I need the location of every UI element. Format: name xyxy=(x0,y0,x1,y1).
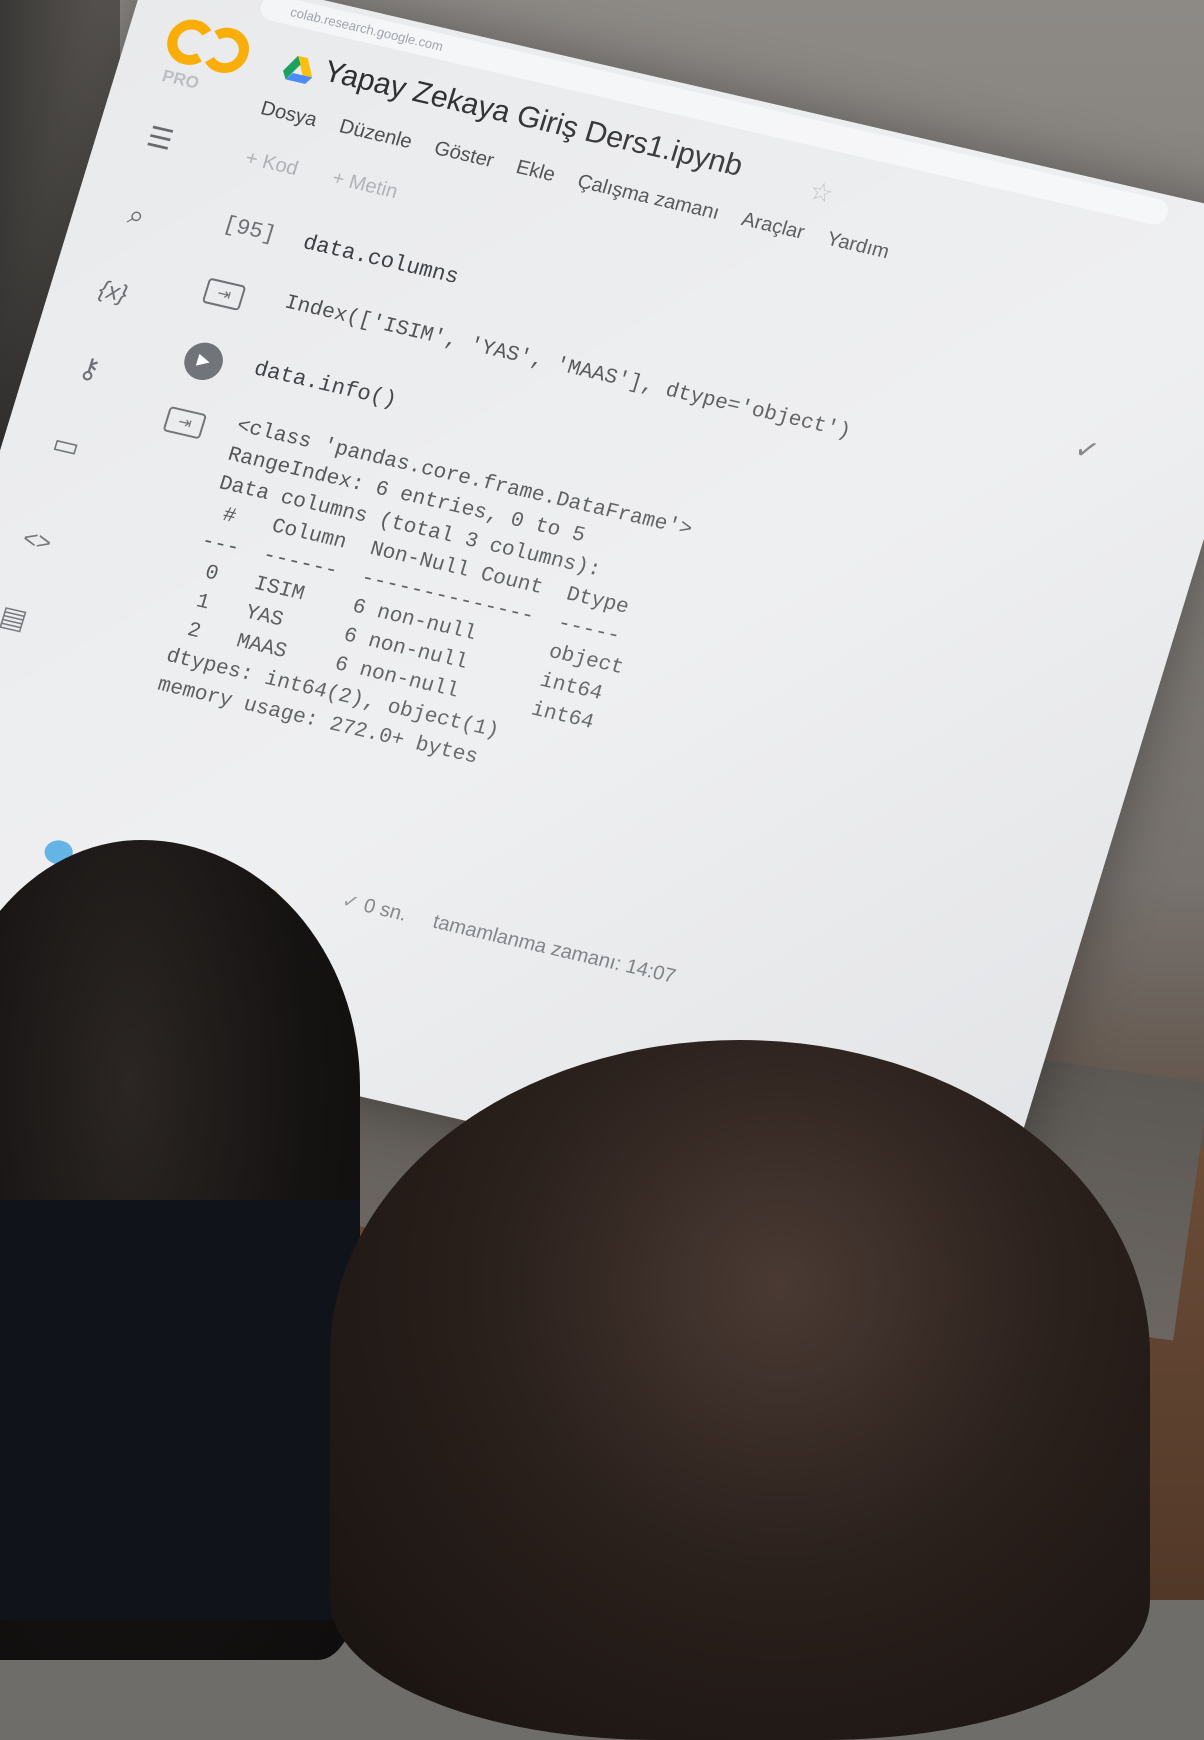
toc-icon[interactable]: ☰ xyxy=(132,113,188,165)
cell1-code[interactable]: data.columns xyxy=(300,230,462,290)
connected-check-icon[interactable]: ✓ xyxy=(1071,431,1104,468)
cell2-output: <class 'pandas.core.frame.DataFrame'> Ra… xyxy=(154,414,695,770)
drive-icon xyxy=(283,55,313,85)
menu-tools[interactable]: Araçlar xyxy=(739,208,807,244)
output-icon[interactable]: ⇥ xyxy=(162,405,208,440)
add-code-button[interactable]: + Kod xyxy=(243,147,301,181)
toolbar: + Kod + Metin xyxy=(243,147,400,204)
status-bar: ✓ 0 sn. tamamlanma zamanı: 14:07 xyxy=(339,888,679,989)
viewer-shoulder-left xyxy=(0,1200,360,1620)
run-duration: 0 sn. xyxy=(360,894,410,926)
star-icon[interactable]: ☆ xyxy=(805,175,838,210)
variables-icon[interactable]: {x} xyxy=(85,266,141,318)
completion-time: tamamlanma zamanı: 14:07 xyxy=(430,910,679,988)
menu-file[interactable]: Dosya xyxy=(258,97,320,132)
cell2-code[interactable]: data.info() xyxy=(251,357,400,414)
menu-help[interactable]: Yardım xyxy=(824,228,892,264)
viewer-head-right xyxy=(330,1040,1150,1740)
search-icon[interactable]: ⌕ xyxy=(109,189,165,241)
terminal-icon[interactable]: >_ xyxy=(0,678,15,730)
cell1-exec-count: [95] xyxy=(220,211,279,248)
menu-runtime[interactable]: Çalışma zamanı xyxy=(574,170,722,225)
add-text-button[interactable]: + Metin xyxy=(329,167,400,204)
menu-insert[interactable]: Ekle xyxy=(513,156,557,187)
cell1-output: Index(['ISIM', 'YAS', 'MAAS'], dtype='ob… xyxy=(281,291,854,445)
menu-view[interactable]: Göster xyxy=(431,137,497,173)
run-cell-button[interactable]: ▶ xyxy=(179,338,228,384)
code-icon[interactable]: <> xyxy=(9,515,65,567)
folder-icon[interactable]: ▭ xyxy=(38,420,94,472)
menu-edit[interactable]: Düzenle xyxy=(336,115,415,154)
notes-icon[interactable]: ▤ xyxy=(0,592,41,644)
key-icon[interactable]: ⚷ xyxy=(62,343,118,395)
output-icon[interactable]: ⇥ xyxy=(201,277,247,311)
